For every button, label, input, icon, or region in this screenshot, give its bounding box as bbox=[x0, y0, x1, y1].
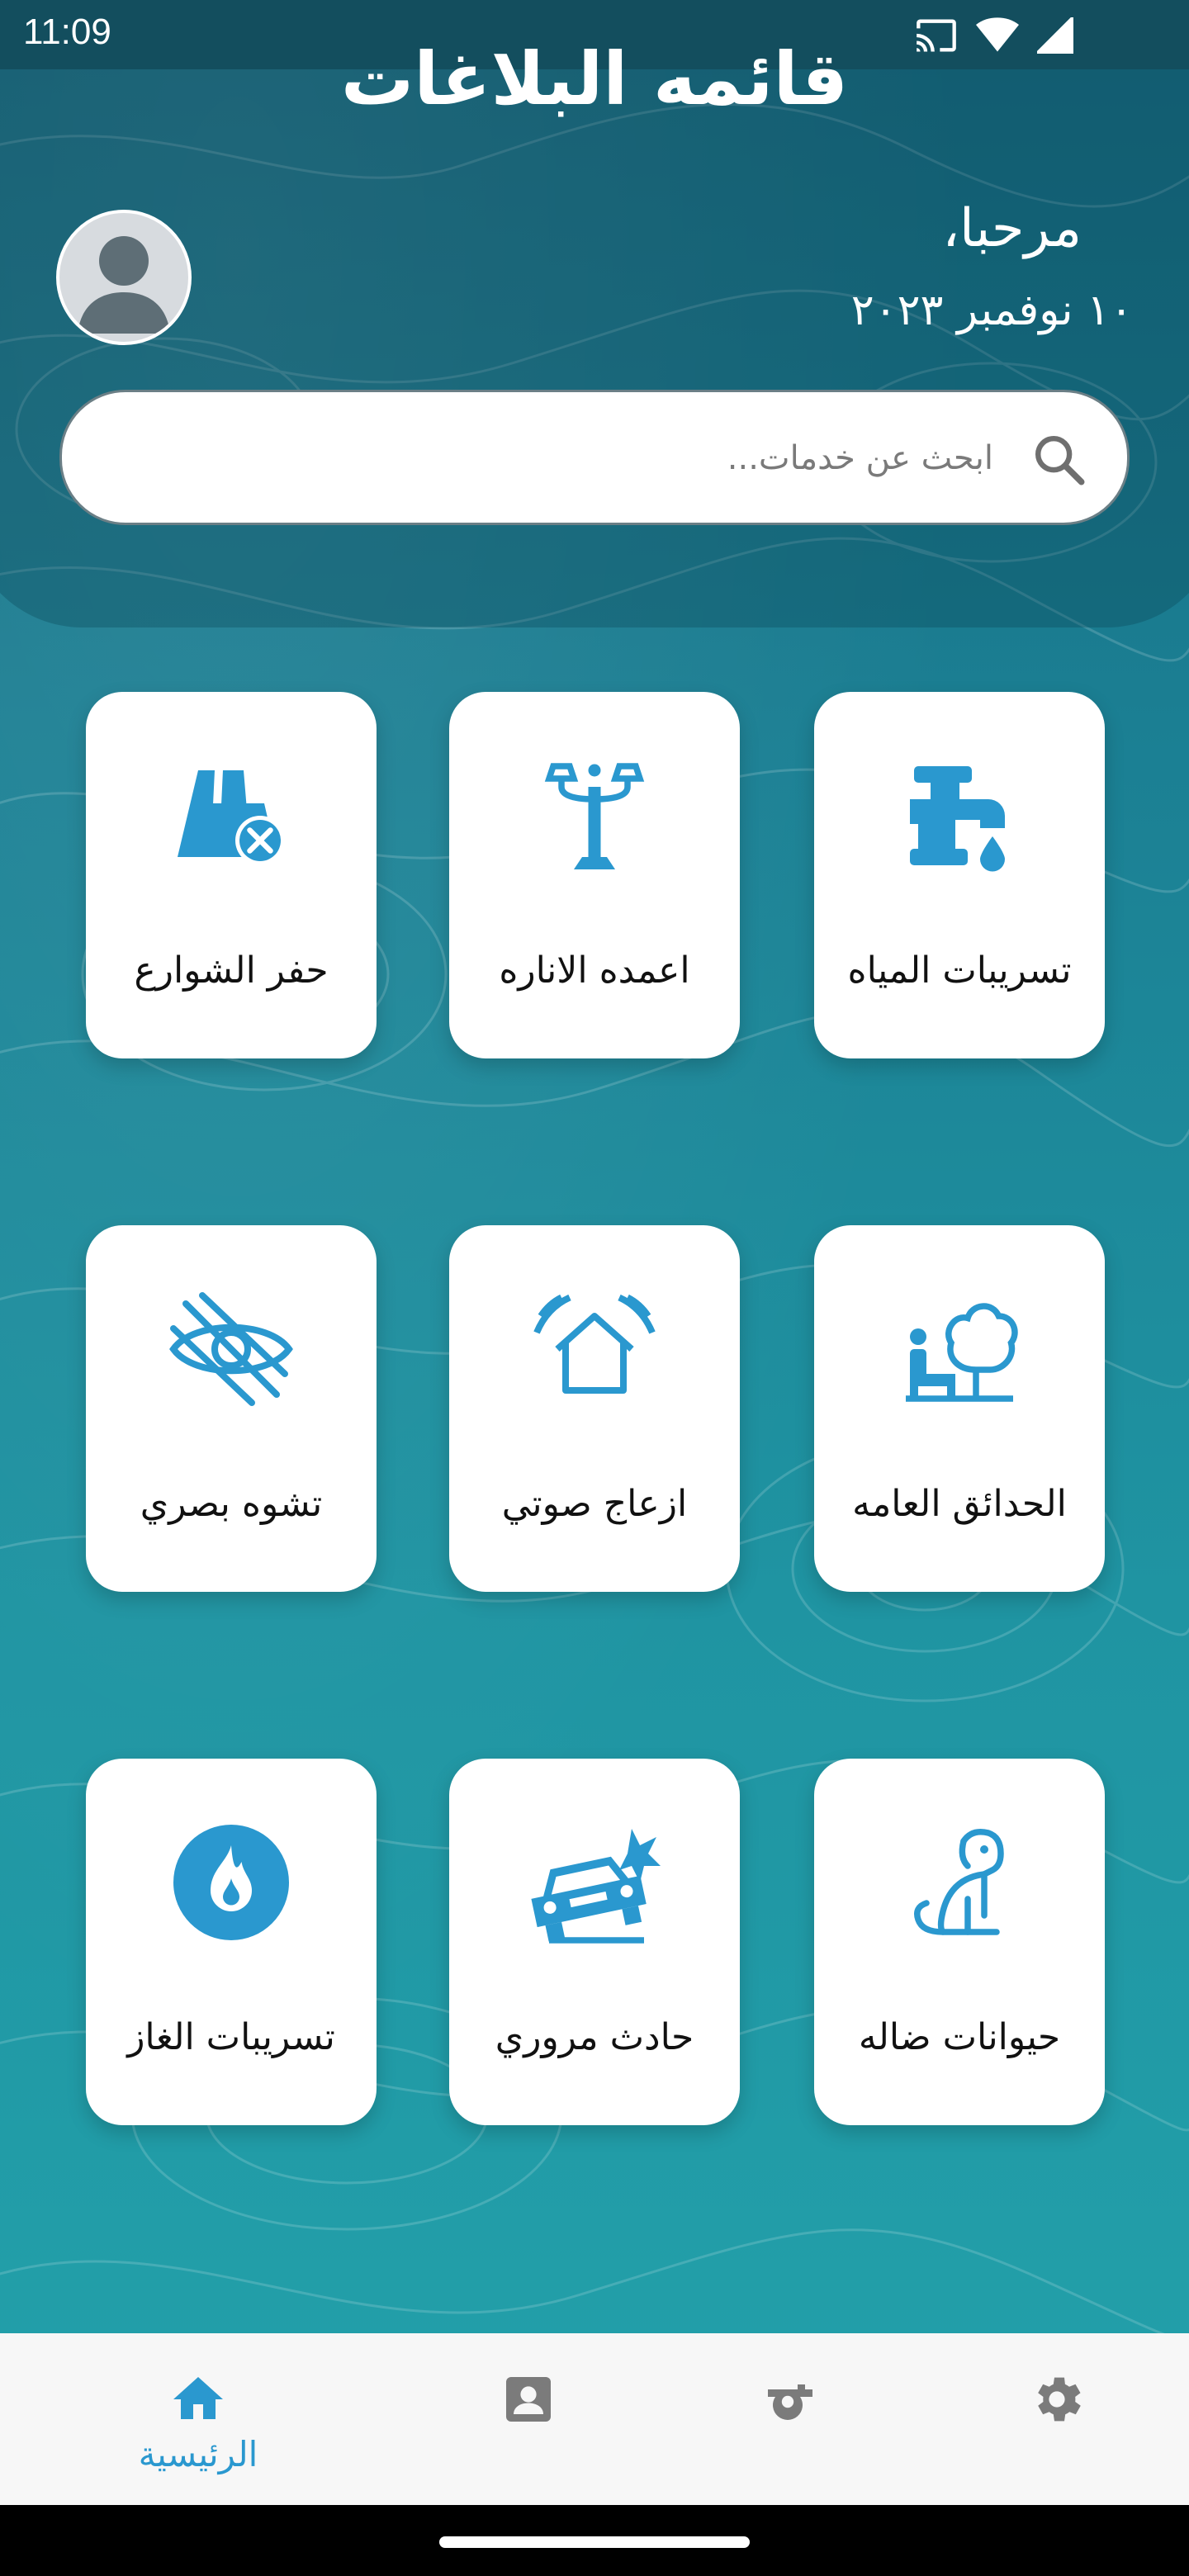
service-label: حفر الشوارع bbox=[134, 949, 329, 992]
service-card-stray-animals[interactable]: حيوانات ضاله bbox=[814, 1759, 1105, 2125]
home-gesture-handle[interactable] bbox=[439, 2536, 750, 2548]
service-card-water-leak[interactable]: تسريبات المياه bbox=[814, 692, 1105, 1058]
settings-icon bbox=[1038, 2377, 1081, 2422]
gas-leak-icon bbox=[173, 1825, 289, 1940]
system-nav-bar bbox=[0, 2505, 1189, 2576]
service-label: حيوانات ضاله bbox=[858, 2016, 1061, 2058]
user-avatar-icon bbox=[78, 236, 170, 334]
search-input[interactable] bbox=[166, 392, 995, 524]
page-title: قائمه البلاغات bbox=[340, 36, 849, 121]
water-leak-icon bbox=[910, 766, 1005, 872]
car-accident-icon bbox=[531, 1829, 661, 1944]
greeting-text: مرحبا، bbox=[942, 198, 1082, 259]
service-label: تسريبات الغاز bbox=[127, 2016, 335, 2058]
service-card-noise[interactable]: ازعاج صوتي bbox=[449, 1225, 740, 1592]
avatar[interactable] bbox=[56, 210, 192, 345]
park-icon bbox=[906, 1303, 1018, 1402]
service-card-parks[interactable]: الحدائق العامه bbox=[814, 1225, 1105, 1592]
service-label: حادث مروري bbox=[495, 2016, 694, 2058]
service-label: تشوه بصري bbox=[140, 1483, 323, 1525]
service-card-car-accident[interactable]: حادث مروري bbox=[449, 1759, 740, 2125]
road-hole-icon bbox=[178, 770, 285, 865]
noise-icon bbox=[533, 1294, 656, 1394]
service-card-road-hole[interactable]: حفر الشوارع bbox=[86, 692, 377, 1058]
service-label: اعمده الاناره bbox=[499, 949, 690, 992]
service-label: تسريبات المياه bbox=[847, 949, 1072, 992]
service-label: ازعاج صوتي bbox=[501, 1483, 688, 1525]
search-bar[interactable] bbox=[59, 390, 1130, 525]
service-card-visual-distortion[interactable]: تشوه بصري bbox=[86, 1225, 377, 1592]
nav-home-label: الرئيسية bbox=[138, 2434, 258, 2474]
service-card-gas-leak[interactable]: تسريبات الغاز bbox=[86, 1759, 377, 2125]
service-label: الحدائق العامه bbox=[852, 1483, 1067, 1525]
bottom-nav: الرئيسية bbox=[0, 2333, 1189, 2505]
date-text: ١٠ نوفمبر ٢٠٢٣ bbox=[850, 286, 1133, 335]
home-icon bbox=[173, 2377, 223, 2419]
nav-settings[interactable] bbox=[958, 2333, 1156, 2505]
street-light-icon bbox=[544, 763, 645, 869]
screen: 11:09 قائمه البلاغات مرحبا، ١٠ نوفمبر ٢٠… bbox=[0, 0, 1189, 2576]
contact-icon bbox=[506, 2377, 551, 2422]
nav-reports[interactable] bbox=[694, 2333, 892, 2505]
visual-distortion-icon bbox=[169, 1292, 293, 1406]
nav-home[interactable]: الرئيسية bbox=[99, 2333, 297, 2505]
search-icon[interactable] bbox=[1030, 430, 1087, 488]
whistle-icon bbox=[768, 2384, 812, 2420]
service-card-street-light[interactable]: اعمده الاناره bbox=[449, 692, 740, 1058]
nav-contacts[interactable] bbox=[429, 2333, 628, 2505]
stray-animal-icon bbox=[914, 1829, 1004, 1935]
